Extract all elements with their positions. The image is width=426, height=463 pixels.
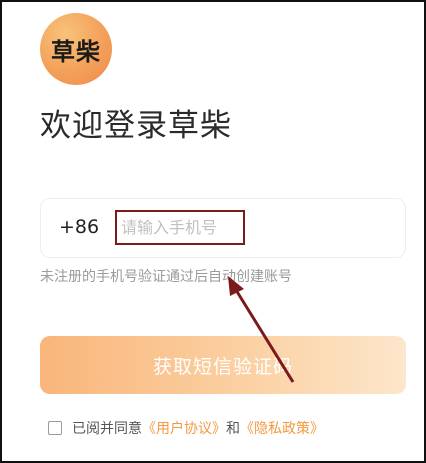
get-sms-code-label: 获取短信验证码 bbox=[152, 355, 293, 378]
country-code[interactable]: +86 bbox=[59, 216, 99, 238]
app-logo-text: 草柴 bbox=[51, 37, 101, 66]
agreement-and: 和 bbox=[226, 421, 240, 437]
get-sms-code-button[interactable]: 获取短信验证码 bbox=[40, 336, 406, 394]
privacy-policy-link[interactable]: 《隐私政策》 bbox=[240, 418, 324, 438]
phone-input[interactable] bbox=[121, 213, 241, 242]
phone-input-box: +86 bbox=[40, 198, 406, 258]
agree-checkbox[interactable] bbox=[48, 421, 62, 435]
app-logo: 草柴 bbox=[40, 13, 112, 85]
page-title: 欢迎登录草柴 bbox=[40, 108, 232, 144]
agreement-row: 已阅并同意 《用户协议》 和 《隐私政策》 bbox=[48, 418, 324, 438]
agreement-prefix: 已阅并同意 bbox=[72, 421, 142, 437]
screen-frame: 草柴 欢迎登录草柴 +86 未注册的手机号验证通过后自动创建账号 获取短信验证码… bbox=[0, 0, 426, 463]
register-hint: 未注册的手机号验证通过后自动创建账号 bbox=[40, 269, 292, 285]
user-agreement-link[interactable]: 《用户协议》 bbox=[142, 418, 226, 438]
